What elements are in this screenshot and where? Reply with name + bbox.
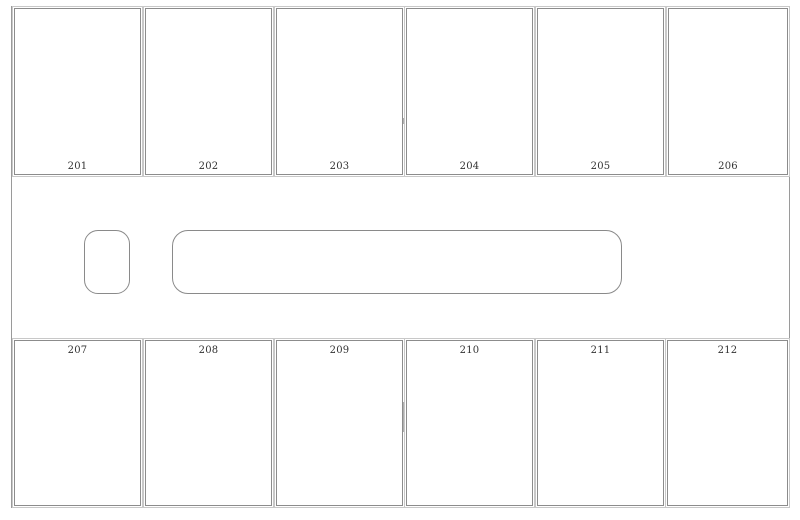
room-number: 205 (590, 161, 611, 172)
room-207: 207 (12, 338, 143, 508)
room-number: 201 (67, 161, 88, 172)
long-rounded-fixture (172, 230, 622, 294)
room-211: 211 (535, 338, 666, 508)
room-206: 206 (666, 6, 790, 177)
room-number: 208 (198, 345, 219, 356)
room-number: 202 (198, 161, 219, 172)
room-number: 204 (459, 161, 480, 172)
room-number: 210 (459, 345, 480, 356)
room-205: 205 (535, 6, 666, 177)
room-number: 211 (590, 345, 611, 356)
room-204: 204 (404, 6, 535, 177)
small-rounded-fixture (84, 230, 130, 294)
room-208: 208 (143, 338, 274, 508)
room-number: 207 (67, 345, 88, 356)
room-number: 212 (717, 345, 738, 356)
room-212: 212 (665, 338, 790, 508)
room-201: 201 (12, 6, 143, 177)
room-number: 209 (329, 345, 350, 356)
divider-tick-bottom (403, 402, 404, 432)
room-203: 203 (274, 6, 405, 177)
divider-tick-top (403, 118, 404, 124)
room-number: 206 (718, 161, 738, 172)
room-202: 202 (143, 6, 274, 177)
room-209: 209 (274, 338, 405, 508)
room-210: 210 (404, 338, 535, 508)
room-number: 203 (329, 161, 350, 172)
